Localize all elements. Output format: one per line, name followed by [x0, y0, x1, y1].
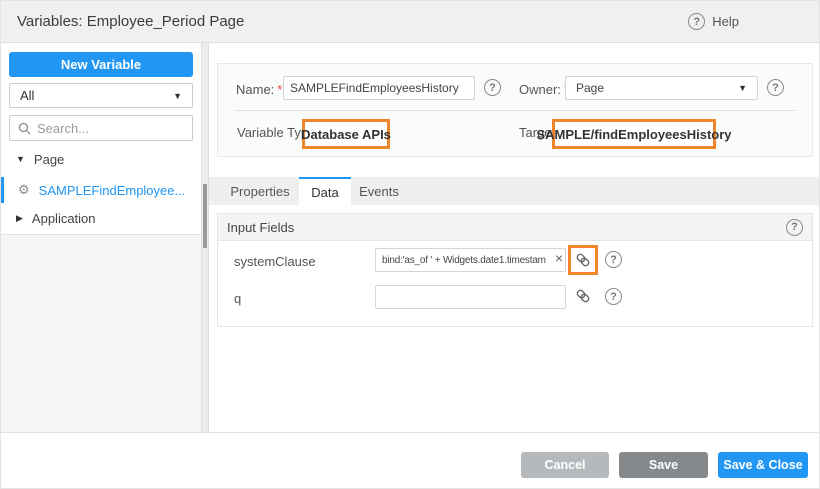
- filter-selected-value: All: [20, 88, 34, 103]
- variable-type-value-highlighted: Database APIs: [302, 119, 390, 149]
- panel-divider: [234, 110, 796, 111]
- link-icon: [575, 288, 591, 304]
- q-bind-button[interactable]: [572, 285, 594, 307]
- sidebar-scrollbar-thumb[interactable]: [203, 184, 207, 248]
- sidebar-scrollbar[interactable]: [201, 43, 209, 432]
- input-fields-help-icon[interactable]: ?: [786, 219, 803, 236]
- chevron-down-icon[interactable]: ▼: [16, 154, 25, 164]
- link-icon[interactable]: [572, 249, 594, 271]
- systemclause-help-icon[interactable]: ?: [605, 251, 622, 268]
- systemclause-input-wrap: ×: [375, 248, 566, 272]
- dialog-header: Variables: Employee_Period Page ? Help: [1, 1, 819, 43]
- target-value-highlighted: SAMPLE/findEmployeesHistory: [552, 119, 716, 149]
- detail-tabs: Properties Data Events: [209, 177, 820, 205]
- chevron-right-icon[interactable]: ▶: [16, 213, 23, 224]
- q-field[interactable]: [375, 285, 566, 309]
- new-variable-button[interactable]: New Variable: [9, 52, 193, 77]
- variables-dialog: Variables: Employee_Period Page ? Help N…: [0, 0, 820, 489]
- systemclause-field[interactable]: [375, 248, 566, 272]
- tree-group-application-label: Application: [32, 211, 96, 226]
- systemclause-bind-button-highlighted[interactable]: [568, 245, 598, 275]
- input-fields-header: Input Fields ?: [218, 214, 812, 241]
- name-field[interactable]: [283, 76, 475, 100]
- help-label[interactable]: Help: [712, 14, 739, 29]
- tab-properties[interactable]: Properties: [221, 177, 299, 205]
- name-help-icon[interactable]: ?: [484, 79, 501, 96]
- input-fields-panel: Input Fields ? systemClause ×: [217, 213, 813, 327]
- tree-item-label: SAMPLEFindEmployee...: [39, 183, 186, 198]
- help-icon[interactable]: ?: [688, 13, 705, 30]
- owner-label: Owner:*: [519, 82, 569, 97]
- variable-detail-area: Name:* ? Owner:* Page ▼ ? Variable Type:…: [209, 43, 820, 432]
- variable-summary-panel: Name:* ? Owner:* Page ▼ ? Variable Type:…: [217, 63, 813, 157]
- variable-search[interactable]: [9, 115, 193, 141]
- tab-data[interactable]: Data: [299, 177, 351, 206]
- tree-item-selected-variable[interactable]: ⚙ SAMPLEFindEmployee...: [1, 177, 201, 203]
- input-fields-title: Input Fields: [227, 220, 294, 235]
- q-label: q: [234, 291, 241, 306]
- save-and-close-button[interactable]: Save & Close: [718, 452, 808, 478]
- search-input[interactable]: [37, 121, 184, 136]
- chevron-down-icon: ▼: [738, 83, 747, 93]
- clear-icon[interactable]: ×: [555, 251, 563, 265]
- owner-help-icon[interactable]: ?: [767, 79, 784, 96]
- tab-events[interactable]: Events: [351, 177, 407, 205]
- tree-group-page-label: Page: [34, 152, 64, 167]
- name-label: Name:*: [236, 82, 282, 97]
- cancel-button[interactable]: Cancel: [521, 452, 609, 478]
- sidebar-empty-area: [1, 234, 201, 432]
- q-help-icon[interactable]: ?: [605, 288, 622, 305]
- chevron-down-icon: ▼: [173, 91, 182, 101]
- help-button[interactable]: ? Help: [688, 13, 739, 30]
- owner-select[interactable]: Page ▼: [565, 76, 758, 100]
- service-variable-icon: ⚙: [18, 182, 30, 198]
- systemclause-label: systemClause: [234, 254, 316, 269]
- dialog-footer: Cancel Save Save & Close: [1, 432, 820, 489]
- save-button[interactable]: Save: [619, 452, 708, 478]
- q-input-wrap: [375, 285, 566, 309]
- tree-group-application[interactable]: ▶ Application: [1, 206, 201, 231]
- owner-selected-value: Page: [576, 81, 604, 95]
- variable-filter-select[interactable]: All ▼: [9, 83, 193, 108]
- search-icon: [18, 122, 31, 135]
- page-title: Variables: Employee_Period Page: [17, 13, 244, 30]
- variables-sidebar: New Variable All ▼ ▼ Page ⚙ SAMPLEFindEm…: [1, 43, 201, 432]
- required-asterisk: *: [277, 82, 282, 97]
- tree-group-page[interactable]: ▼ Page: [1, 147, 201, 171]
